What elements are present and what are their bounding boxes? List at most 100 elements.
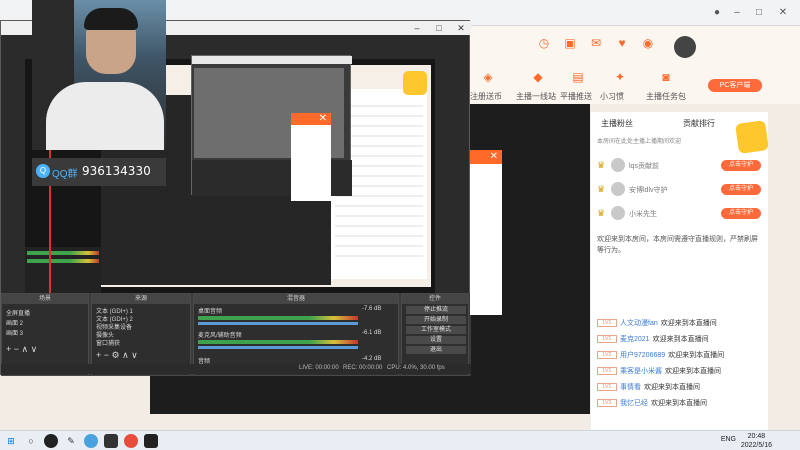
volume-meter bbox=[198, 316, 358, 320]
crown-icon: ♛ bbox=[597, 184, 606, 194]
star-icon[interactable]: ✦ bbox=[612, 70, 628, 84]
chat-message: LV2 用户97206689 欢迎来到本直播间 bbox=[597, 350, 763, 362]
dock-title: 混音器 bbox=[194, 294, 398, 304]
avatar bbox=[611, 206, 625, 220]
chat-text: 欢迎来到本直播间 bbox=[652, 336, 709, 343]
close-icon[interactable]: ✕ bbox=[776, 6, 790, 20]
guard-button[interactable]: 点击守护 bbox=[721, 208, 761, 219]
obs-status-bar: LIVE: 00:00:00 REC: 00:00:00 CPU: 4.0%, … bbox=[1, 364, 471, 374]
tab-rank[interactable]: 贡献排行 bbox=[683, 118, 715, 129]
scene-item[interactable]: 画面 2 bbox=[6, 318, 23, 327]
rank-row[interactable]: ♛ 小米先生 点击守护 bbox=[597, 206, 765, 222]
heart-icon[interactable]: ♥ bbox=[614, 36, 630, 50]
nav-label[interactable]: 主播任务包 bbox=[646, 91, 686, 102]
chat-message: LV3 我忆已经 欢迎来到本直播间 bbox=[597, 398, 763, 410]
avatar bbox=[611, 182, 625, 196]
pc-client-button[interactable]: PC客户端 bbox=[708, 79, 762, 92]
qq-icon: Q bbox=[36, 164, 50, 178]
tv-icon[interactable]: ▤ bbox=[570, 70, 586, 84]
scene-controls[interactable]: + − ∧ ∨ bbox=[6, 344, 37, 355]
chat-user[interactable]: 我忆已经 bbox=[620, 400, 648, 407]
chat-user[interactable]: 麦克2021 bbox=[620, 336, 650, 343]
source-controls[interactable]: + − ⚙ ∧ ∨ bbox=[96, 350, 138, 361]
search-icon[interactable]: ○ bbox=[24, 434, 38, 448]
windows-taskbar: ⊞ ○ ✎ ENG 20:48 2022/5/16 bbox=[0, 430, 800, 450]
maximize-icon[interactable]: □ bbox=[752, 6, 766, 20]
volume-meter bbox=[198, 340, 358, 344]
rank-name: lqs贡献前 bbox=[629, 163, 659, 170]
chat-message: LV1 麦克2021 欢迎来到本直播间 bbox=[597, 334, 763, 346]
system-clock[interactable]: 20:48 2022/5/16 bbox=[741, 432, 772, 450]
dialog-close-icon[interactable]: ✕ bbox=[470, 150, 502, 164]
rank-name: 小米先生 bbox=[629, 211, 657, 218]
mini-meter bbox=[27, 251, 99, 255]
level-badge: LV1 bbox=[597, 367, 617, 376]
scene-item[interactable]: 全屏直播 bbox=[6, 308, 30, 317]
chat-user[interactable]: 用户97206689 bbox=[620, 352, 665, 359]
minimize-icon[interactable]: – bbox=[730, 6, 744, 20]
history-icon[interactable]: ▣ bbox=[562, 36, 578, 50]
nav-label[interactable]: 小习惯 bbox=[600, 91, 624, 102]
guard-button[interactable]: 点击守护 bbox=[721, 184, 761, 195]
chat-text: 欢迎来到本直播间 bbox=[644, 384, 700, 391]
minimize-icon[interactable]: – bbox=[407, 21, 427, 35]
nested-orange-dialog: ✕ bbox=[291, 113, 331, 125]
profile-icon[interactable]: ● bbox=[710, 6, 724, 20]
input-language[interactable]: ENG bbox=[721, 436, 736, 443]
settings-button[interactable]: 设置 bbox=[406, 336, 466, 344]
chat-message: LV1 事情看 欢迎来到本直播间 bbox=[597, 382, 763, 394]
app-icon[interactable]: ✎ bbox=[64, 434, 78, 448]
level-badge: LV3 bbox=[597, 399, 617, 408]
room-notice: 欢迎来到本房间，本房间需遵守直播规则，严禁刷屏等行为。 bbox=[597, 236, 758, 254]
avatar[interactable] bbox=[674, 36, 696, 58]
rank-row[interactable]: ♛ 安博ldlv守护 点击守护 bbox=[597, 182, 765, 198]
app-icon[interactable] bbox=[44, 434, 58, 448]
nested-obs-titlebar bbox=[192, 56, 352, 64]
clock-date: 2022/5/16 bbox=[740, 442, 772, 449]
level-badge: LV2 bbox=[597, 351, 617, 360]
studio-mode-button[interactable]: 工作室模式 bbox=[406, 326, 466, 334]
stop-streaming-button[interactable]: 停止推流 bbox=[406, 306, 466, 314]
cpu-fps: CPU: 4.0%, 30.00 fps bbox=[387, 365, 445, 371]
obs-icon[interactable] bbox=[144, 434, 158, 448]
guard-button[interactable]: 点击守护 bbox=[721, 160, 761, 171]
app-icon[interactable] bbox=[84, 434, 98, 448]
chat-user[interactable]: 事情看 bbox=[620, 384, 641, 391]
chat-user[interactable]: 人文动漫fan bbox=[620, 320, 658, 327]
dock-title: 控件 bbox=[402, 294, 468, 304]
person-body bbox=[46, 82, 164, 150]
gift-icon[interactable]: ◈ bbox=[480, 70, 496, 84]
chat-text: 欢迎来到本直播间 bbox=[651, 400, 707, 407]
mixer-track-db: -6.1 dB bbox=[362, 330, 382, 336]
chat-message: LV1 乘客是小米酱 欢迎来到本直播间 bbox=[597, 366, 763, 378]
rank-row[interactable]: ♛ lqs贡献前 点击守护 bbox=[597, 158, 765, 174]
maximize-icon[interactable]: □ bbox=[429, 21, 449, 35]
chrome-icon[interactable] bbox=[124, 434, 138, 448]
cup-icon[interactable]: ◆ bbox=[530, 70, 546, 84]
user-icon[interactable]: ◉ bbox=[640, 36, 656, 50]
scene-item[interactable]: 画面 3 bbox=[6, 328, 23, 337]
nav-label[interactable]: 主播一线站 bbox=[516, 91, 556, 102]
exit-button[interactable]: 退出 bbox=[406, 346, 466, 354]
source-item[interactable]: 窗口捕获 bbox=[96, 338, 120, 347]
tab-fans[interactable]: 主播粉丝 bbox=[601, 118, 633, 129]
mixer-track-db: -7.6 dB bbox=[362, 306, 382, 312]
mixer-track-name: 麦克风/辅助音频 bbox=[198, 333, 242, 339]
app-icon[interactable] bbox=[104, 434, 118, 448]
mixer-track-db: -4.2 dB bbox=[362, 356, 382, 362]
home-icon[interactable]: ◷ bbox=[536, 36, 552, 50]
close-icon[interactable]: ✕ bbox=[451, 21, 471, 35]
volume-slider[interactable] bbox=[198, 346, 358, 349]
volume-slider[interactable] bbox=[198, 322, 358, 325]
windows-start-icon[interactable]: ⊞ bbox=[4, 434, 18, 448]
start-recording-button[interactable]: 开始录制 bbox=[406, 316, 466, 324]
event-logo[interactable] bbox=[735, 120, 769, 154]
nav-label[interactable]: 平播推送 bbox=[560, 91, 592, 102]
rec-time: REC: 00:00:00 bbox=[343, 365, 383, 371]
chat-user[interactable]: 乘客是小米酱 bbox=[620, 368, 662, 375]
bag-icon[interactable]: ◙ bbox=[658, 70, 674, 84]
mixer-track-name: 桌面音频 bbox=[198, 309, 223, 315]
mail-icon[interactable]: ✉ bbox=[588, 36, 604, 50]
level-badge: LV1 bbox=[597, 335, 617, 344]
nav-label[interactable]: 注册送币 bbox=[470, 91, 502, 102]
